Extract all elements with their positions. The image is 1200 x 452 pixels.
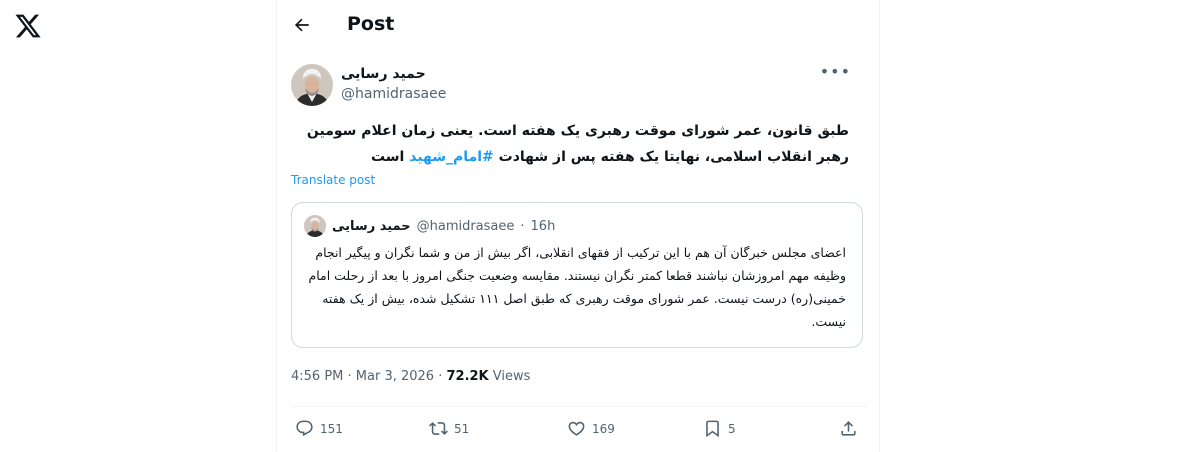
post-text-part: است xyxy=(370,149,410,165)
separator-dot: · xyxy=(520,218,525,234)
quoted-post-text: اعضای مجلس خبرگان آن هم با این ترکیب از … xyxy=(308,245,846,329)
translate-post-link[interactable]: Translate post xyxy=(291,173,375,187)
post-header: Post xyxy=(277,0,879,52)
post-meta: 4:56 PM · Mar 3, 2026 · 72.2K Views xyxy=(291,369,530,384)
post-actions: 151 51 169 5 xyxy=(291,406,867,451)
post-author: حمید رسایی @hamidrasaee ••• xyxy=(291,62,851,108)
heart-icon xyxy=(568,421,585,436)
like-count: 169 xyxy=(592,421,615,436)
back-button[interactable] xyxy=(289,12,315,38)
avatar xyxy=(304,215,326,237)
ellipsis-icon: ••• xyxy=(819,62,851,81)
quoted-author-name: حمید رسایی xyxy=(332,218,411,234)
page-title: Post xyxy=(347,13,395,35)
author-name[interactable]: حمید رسایی xyxy=(341,66,426,82)
views-label: Views xyxy=(492,369,531,384)
bookmark-button[interactable]: 5 xyxy=(703,419,736,438)
reply-icon xyxy=(296,420,313,437)
repost-icon xyxy=(429,422,448,435)
x-logo-icon[interactable] xyxy=(14,12,42,40)
hashtag-link[interactable]: #امام_شهید xyxy=(409,149,494,165)
repost-count: 51 xyxy=(454,421,470,436)
share-icon xyxy=(841,421,856,436)
post-column: Post حمید رسایی @hamidrasaee ••• طبق قان… xyxy=(276,0,880,452)
reply-button[interactable]: 151 xyxy=(295,419,343,438)
bookmark-icon xyxy=(706,420,719,438)
post-text: طبق قانون، عمر شورای موقت رهبری یک هفته … xyxy=(291,118,849,170)
quoted-author-handle: @hamidrasaee xyxy=(416,218,515,234)
reply-count: 151 xyxy=(320,421,343,436)
avatar[interactable] xyxy=(291,64,333,106)
quoted-post-age: 16h xyxy=(530,218,556,234)
more-options-button[interactable]: ••• xyxy=(820,62,851,81)
quoted-post[interactable]: حمید رسایی @hamidrasaee · 16h اعضای مجلس… xyxy=(291,202,863,348)
post-time[interactable]: 4:56 PM xyxy=(291,369,343,384)
views-count: 72.2K xyxy=(446,369,489,384)
like-button[interactable]: 169 xyxy=(567,419,615,438)
author-handle[interactable]: @hamidrasaee xyxy=(341,86,446,102)
quoted-post-header: حمید رسایی @hamidrasaee · 16h xyxy=(304,215,555,237)
bookmark-count: 5 xyxy=(728,421,736,436)
arrow-left-icon xyxy=(294,18,309,32)
repost-button[interactable]: 51 xyxy=(429,419,469,438)
separator-dot: · xyxy=(347,369,356,384)
share-button[interactable] xyxy=(839,419,858,438)
post-date[interactable]: Mar 3, 2026 xyxy=(356,369,434,384)
